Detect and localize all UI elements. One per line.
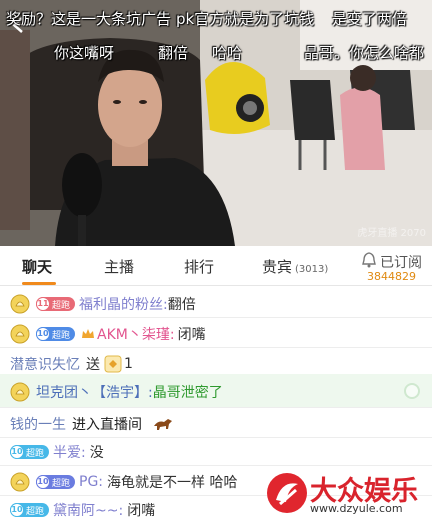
subscriber-count: 3844829 [367, 270, 416, 283]
chat-message-text: 闭嘴 [127, 503, 156, 519]
danmaku-comment: 你这嘴呀 [54, 44, 115, 62]
noble-medal-icon [10, 294, 30, 314]
chat-username[interactable]: 钱的一生 [10, 414, 66, 434]
noble-medal-icon [10, 472, 30, 492]
chat-username[interactable]: 坦克团丶【浩宇】: [36, 382, 153, 402]
chat-username[interactable]: 福利晶的粉丝: [79, 294, 168, 314]
vip-count: (3013) [295, 264, 329, 275]
chat-username[interactable]: AKM丶柒瑾: [97, 324, 175, 344]
noble-medal-icon [10, 382, 30, 402]
bell-icon [362, 252, 376, 268]
fan-badge: 11 超跑 [36, 297, 76, 311]
chat-message-row: 10 超跑 AKM丶柒瑾: 闭嘴 [0, 318, 432, 348]
tab-vip-label: 贵宾 [262, 258, 293, 276]
chat-username[interactable]: 黛南阿~~: [53, 500, 123, 520]
chat-message-text: 闭嘴 [177, 327, 206, 343]
fan-badge: 10 超跑 [10, 445, 50, 459]
chat-message-row: 10 超跑 半爱: 没 [0, 436, 432, 466]
brand-url: www.dzyule.com [310, 502, 403, 515]
danmaku-comment: pk官方就是为了坑钱 [176, 10, 315, 28]
site-watermark-logo: 大众娱乐 www.dzyule.com [266, 468, 432, 521]
subscribe-button[interactable]: 已订阅 3844829 [360, 250, 426, 284]
gift-icon [104, 355, 122, 373]
vip-crown-icon [82, 329, 95, 338]
chat-message-text: 翻倍 [167, 297, 196, 313]
chat-message-row: 坦克团丶【浩宇】: 晶哥泄密了 [0, 374, 432, 408]
danmaku-comment: 晶哥。你怎么啥都 [304, 44, 425, 62]
tab-vip[interactable]: 贵宾 (3013) [262, 256, 328, 277]
danmaku-comment: 哈哈 [212, 44, 243, 62]
chat-username[interactable]: 潜意识失忆 [10, 354, 80, 374]
fan-badge: 10 超跑 [36, 475, 76, 489]
highlight-ring-icon [404, 383, 420, 399]
brand-logo-icon [267, 473, 307, 513]
chat-enter-row: 钱的一生 进入直播间 [0, 408, 432, 438]
chat-message-text: 海龟就是不一样 哈哈 [107, 475, 238, 491]
gift-count: 1 [124, 356, 133, 372]
live-stream-app: 奖励？这是一大条坑广告 pk官方就是为了坑钱 是变了两倍 你这嘴呀 翻倍 哈哈 … [0, 0, 432, 521]
noble-medal-icon [10, 324, 30, 344]
chat-username[interactable]: 半爱: [53, 442, 86, 462]
enter-room-text: 进入直播间 [72, 417, 142, 433]
video-watermark: 虎牙直播 2070 [357, 228, 426, 239]
gift-action-text: 送 [86, 357, 100, 373]
tab-chat[interactable]: 聊天 [22, 256, 52, 277]
chat-message-text: 没 [89, 445, 104, 461]
chat-message-text: 晶哥泄密了 [152, 385, 223, 401]
active-tab-indicator [22, 282, 56, 285]
video-frame [0, 0, 432, 246]
tab-bar: 聊天 主播 排行 贵宾 (3013) 已订阅 3844829 [0, 246, 432, 286]
tab-host[interactable]: 主播 [104, 256, 134, 277]
danmaku-comment: 是变了两倍 [332, 10, 408, 28]
chat-username[interactable]: PG: [79, 474, 103, 490]
danmaku-comment: 翻倍 [158, 44, 189, 62]
horse-mount-icon [154, 419, 172, 430]
fan-badge: 10 超跑 [10, 503, 50, 517]
subscribe-label: 已订阅 [380, 255, 422, 271]
video-player[interactable]: 奖励？这是一大条坑广告 pk官方就是为了坑钱 是变了两倍 你这嘴呀 翻倍 哈哈 … [0, 0, 432, 246]
danmaku-comment: 奖励？这是一大条坑广告 [6, 10, 172, 28]
tab-ranking[interactable]: 排行 [184, 256, 214, 277]
fan-badge: 10 超跑 [36, 327, 76, 341]
chat-message-row: 11 超跑 福利晶的粉丝: 翻倍 [0, 288, 432, 318]
